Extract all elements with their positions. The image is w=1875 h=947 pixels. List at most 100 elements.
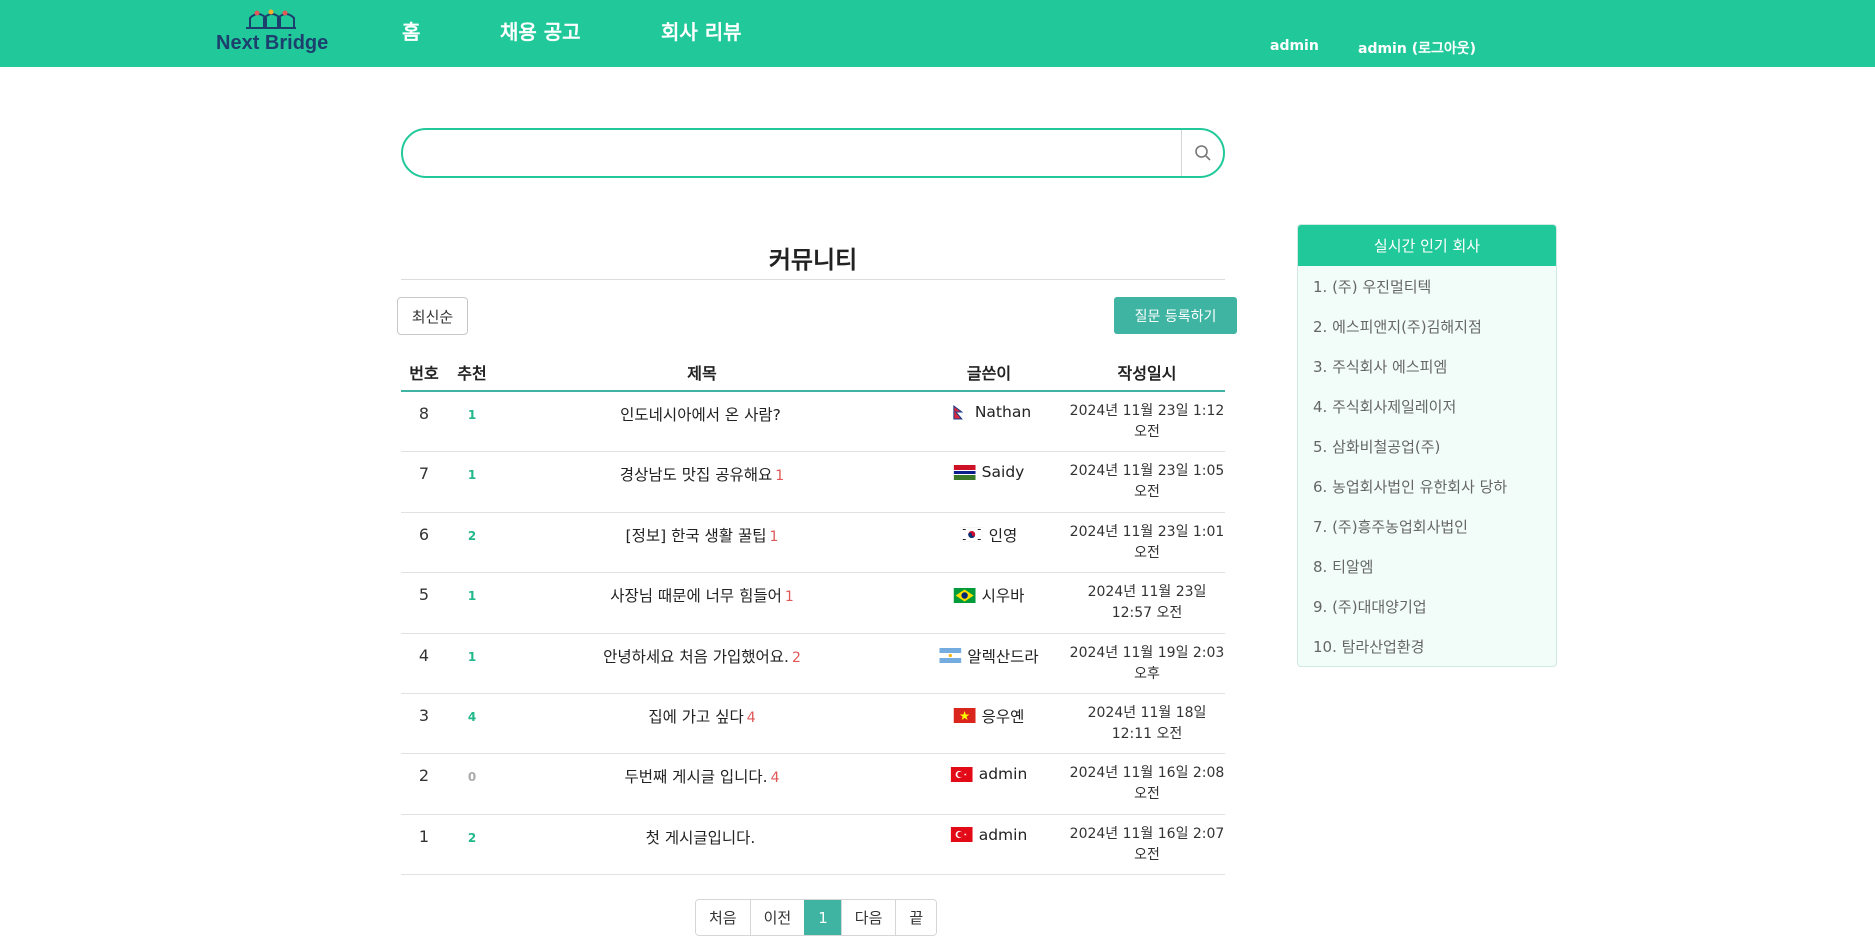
sort-latest-button[interactable]: 최신순 <box>397 297 468 335</box>
author-name: admin <box>978 765 1028 784</box>
popular-company-item[interactable]: 4. 주식회사제일레이저 <box>1298 386 1556 426</box>
pagination: 처음 이전 1 다음 끝 <box>695 899 938 936</box>
post-date: 2024년 11월 23일 12:57 오전 <box>1087 584 1207 622</box>
table-row[interactable]: 3 4 집에 가고 싶다 4 응우옌 2024년 11월 18일 12:11 오전 <box>401 694 1225 755</box>
post-author: 응우옌 <box>953 705 1025 727</box>
popular-companies-panel: 실시간 인기 회사 1. (주) 우진멀티텍 2. 에스피앤지(주)김해지점 3. … <box>1297 224 1557 667</box>
author-name: 응우옌 <box>981 707 1025 726</box>
post-title: 집에 가고 싶다 <box>648 707 744 726</box>
post-title: 인도네시아에서 온 사람? <box>620 406 781 424</box>
post-title-link[interactable]: 인도네시아에서 온 사람? <box>620 403 784 425</box>
logout-link[interactable]: admin (로그아웃) <box>1358 38 1476 58</box>
search-input[interactable] <box>403 130 1183 176</box>
post-title-link[interactable]: 첫 게시글입니다. <box>646 826 759 848</box>
popular-companies-list: 1. (주) 우진멀티텍 2. 에스피앤지(주)김해지점 3. 주식회사 에스피엠 4… <box>1298 266 1556 666</box>
page-last-button[interactable]: 끝 <box>895 900 937 935</box>
post-title-link[interactable]: 경상남도 맛집 공유해요 1 <box>620 463 784 485</box>
post-author: Saidy <box>953 463 1024 481</box>
page-1-button[interactable]: 1 <box>804 900 841 935</box>
table-row[interactable]: 7 1 경상남도 맛집 공유해요 1 Saidy 2024년 11월 23일 1:05 오… <box>401 452 1225 513</box>
post-title-link[interactable]: 안녕하세요 처음 가입했어요. 2 <box>603 645 801 667</box>
column-header-title: 제목 <box>687 364 717 383</box>
post-number: 4 <box>418 645 430 665</box>
post-title-link[interactable]: 두번째 게시글 입니다. 4 <box>624 765 779 787</box>
column-header-number: 번호 <box>409 364 439 383</box>
search-button[interactable] <box>1181 130 1223 176</box>
post-number: 8 <box>418 404 430 423</box>
post-author: admin <box>950 765 1028 784</box>
column-header-recommend: 추천 <box>457 364 487 383</box>
recommend-count: 4 <box>467 709 477 724</box>
author-name: admin <box>978 825 1028 844</box>
post-title: 첫 게시글입니다. <box>645 828 756 847</box>
page-title: 커뮤니티 <box>768 246 858 274</box>
column-header-author: 글쓴이 <box>966 364 1012 383</box>
post-title: 경상남도 맛집 공유해요 <box>619 466 773 485</box>
post-author: admin <box>950 825 1028 844</box>
logo-text: Next Bridge <box>216 32 329 54</box>
popular-company-item[interactable]: 10. 탐라산업환경 <box>1298 626 1556 666</box>
post-number: 7 <box>418 464 430 484</box>
comment-count: 1 <box>784 589 794 606</box>
post-number: 2 <box>418 766 430 786</box>
post-author: 인영 <box>960 524 1018 546</box>
post-date: 2024년 11월 23일 1:01 오전 <box>1069 523 1225 561</box>
post-title: [정보] 한국 생활 꿀팁 <box>625 526 767 545</box>
page-first-button[interactable]: 처음 <box>696 900 750 935</box>
popular-company-item[interactable]: 7. (주)흥주농업회사법인 <box>1298 506 1556 546</box>
ask-question-button[interactable]: 질문 등록하기 <box>1114 297 1237 334</box>
post-number: 5 <box>418 585 430 605</box>
table-row[interactable]: 2 0 두번째 게시글 입니다. 4 admin 2024년 11월 16일 2:08 오… <box>401 754 1225 815</box>
post-author: Nathan <box>947 403 1031 421</box>
post-title-link[interactable]: 집에 가고 싶다 4 <box>648 705 755 727</box>
post-number: 6 <box>418 524 430 544</box>
comment-count: 4 <box>770 770 780 787</box>
post-author: 시우바 <box>953 584 1025 606</box>
popular-company-item[interactable]: 3. 주식회사 에스피엠 <box>1298 346 1556 386</box>
post-title-link[interactable]: 사장님 때문에 너무 힘들어 1 <box>610 584 794 606</box>
recommend-count: 1 <box>467 468 477 483</box>
author-name: Nathan <box>974 403 1032 421</box>
user-profile-link[interactable]: admin <box>1270 38 1319 54</box>
author-name: 시우바 <box>981 587 1025 606</box>
table-row[interactable]: 4 1 안녕하세요 처음 가입했어요. 2 알렉산드라 2024년 11월 19일 2:0… <box>401 634 1225 694</box>
table-row[interactable]: 5 1 사장님 때문에 너무 힘들어 1 시우바 2024년 11월 23일 12:57 … <box>401 573 1225 634</box>
popular-company-item[interactable]: 9. (주)대대양기업 <box>1298 586 1556 626</box>
logo-mark-icon <box>246 9 296 29</box>
post-table: 8 1 인도네시아에서 온 사람? Nathan 2024년 11월 23일 1:12 … <box>401 392 1225 876</box>
search-icon <box>1194 145 1211 161</box>
popular-company-item[interactable]: 6. 농업회사법인 유한회사 당하 <box>1298 466 1556 506</box>
post-number: 3 <box>418 705 430 725</box>
turkey-flag-icon <box>950 766 973 782</box>
nav-job-postings[interactable]: 채용 공고 <box>500 16 581 45</box>
korea-flag-icon <box>960 527 983 543</box>
logo[interactable]: Next Bridge <box>216 8 330 56</box>
nav-home[interactable]: 홈 <box>402 16 420 45</box>
divider <box>401 279 1225 280</box>
popular-company-item[interactable]: 1. (주) 우진멀티텍 <box>1298 266 1556 306</box>
popular-companies-title: 실시간 인기 회사 <box>1298 225 1556 266</box>
comment-count: 4 <box>746 709 756 726</box>
comment-count: 1 <box>769 528 779 545</box>
table-row[interactable]: 1 2 첫 게시글입니다. admin 2024년 11월 16일 2:07 오전 <box>401 815 1225 876</box>
popular-company-item[interactable]: 8. 티알엠 <box>1298 546 1556 586</box>
vietnam-flag-icon <box>953 708 976 724</box>
page-next-button[interactable]: 다음 <box>840 900 896 935</box>
comment-count: 1 <box>775 468 785 485</box>
post-title: 두번째 게시글 입니다. <box>624 768 768 787</box>
recommend-count: 0 <box>467 770 477 785</box>
recommend-count: 2 <box>467 830 477 845</box>
popular-company-item[interactable]: 5. 삼화비철공업(주) <box>1298 426 1556 466</box>
post-title: 안녕하세요 처음 가입했어요. <box>603 647 789 666</box>
post-title: 사장님 때문에 너무 힘들어 <box>610 587 782 606</box>
author-name: 인영 <box>988 526 1018 545</box>
table-row[interactable]: 8 1 인도네시아에서 온 사람? Nathan 2024년 11월 23일 1:12 … <box>401 392 1225 453</box>
table-row[interactable]: 6 2 [정보] 한국 생활 꿀팁 1 인영 2024년 11월 23일 1:01 오전 <box>401 513 1225 574</box>
post-number: 1 <box>418 826 430 846</box>
nav-company-reviews[interactable]: 회사 리뷰 <box>661 16 742 45</box>
post-title-link[interactable]: [정보] 한국 생활 꿀팁 1 <box>626 524 779 546</box>
popular-company-item[interactable]: 2. 에스피앤지(주)김해지점 <box>1298 306 1556 346</box>
page-prev-button[interactable]: 이전 <box>749 900 805 935</box>
argentina-flag-icon <box>939 648 962 664</box>
author-name: 알렉산드라 <box>967 647 1039 666</box>
